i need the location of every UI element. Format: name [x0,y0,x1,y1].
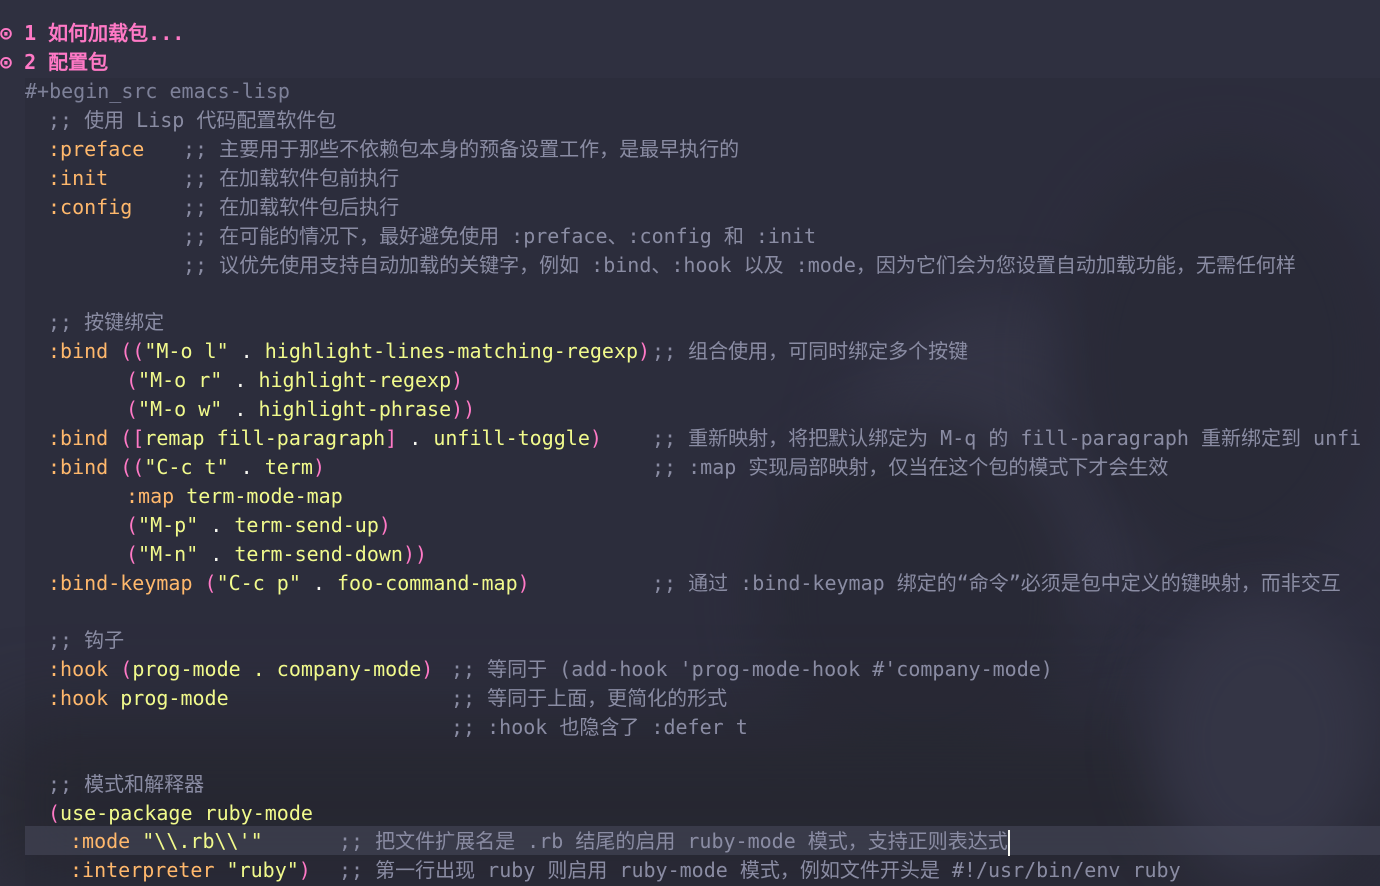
code-line: (use-package ruby-mode [48,801,313,825]
fold-bullet-icon[interactable]: ⊙ [0,21,12,45]
code-line: ("M-o w" . highlight-phrase)) [126,397,476,421]
keyword: :interpreter [70,858,215,882]
function-name: foo-command-map [337,571,518,595]
code-line: ;; 钩子 [0,626,1380,655]
function-name: term [264,455,313,479]
src-begin-marker: #+begin_src emacs-lisp [25,79,290,103]
keyword: :bind [48,426,109,450]
src-begin-line: #+begin_src emacs-lisp [0,77,1380,106]
comment: ;; 把文件扩展名是 .rb 结尾的启用 ruby-mode 模式，支持正则表达… [339,829,1008,853]
code-line: :bind ([remap fill-paragraph] . unfill-t… [0,424,1380,453]
comment: ;; :hook 也隐含了 :defer t [451,715,748,739]
string: "M-o r" [138,368,223,392]
comment: ;; :map 实现局部映射，仅当在这个包的模式下才会生效 [652,455,1169,479]
keyword: :bind [48,339,109,363]
comment: ;; 使用 Lisp 代码配置软件包 [48,108,337,132]
function-name: unfill-toggle [433,426,590,450]
org-heading-1[interactable]: ⊙ 1 如何加载包... [0,19,1380,48]
keyword: :config [48,195,133,219]
code-line: :bind (("C-c t" . term);; :map 实现局部映射，仅当… [0,453,1380,482]
comment: ;; 模式和解释器 [48,772,205,796]
code-line: :bind (("M-o l" . highlight-lines-matchi… [0,337,1380,366]
code-line: ("M-o r" . highlight-regexp) [126,368,464,392]
keyword: :hook [48,657,109,681]
comment: ;; 钩子 [48,628,125,652]
code-line: ;; 按键绑定 [0,308,1380,337]
keyword: :init [48,166,109,190]
code-line: :bind-keymap ("C-c p" . foo-command-map)… [0,569,1380,598]
string: "\\.rb\\'" [142,829,263,853]
string: "M-p" [138,513,199,537]
comment: ;; 议优先使用支持自动加载的关键字，例如 :bind、:hook 以及 :mo… [183,253,1296,277]
keyword: :map [126,484,175,508]
comment: ;; 等同于上面，更简化的形式 [451,686,728,710]
keyword: :mode [70,829,131,853]
comment: ;; 在可能的情况下，最好避免使用 :preface、:config 和 :in… [183,224,817,248]
comment: ;; 主要用于那些不依赖包本身的预备设置工作，是最早执行的 [183,137,740,161]
function-name: term-send-down [234,542,403,566]
string: "ruby" [226,858,299,882]
function-name: remap fill-paragraph [144,426,386,450]
code-line: ;; :hook 也隐含了 :defer t [0,713,1380,742]
code-line: ("M-p" . term-send-up) [126,513,391,537]
function-name: term-send-up [234,513,379,537]
string: "M-n" [138,542,199,566]
comment: ;; 组合使用，可同时绑定多个按键 [652,339,969,363]
comment: ;; 通过 :bind-keymap 绑定的“命令”必须是包中定义的键映射，而非… [652,571,1341,595]
emacs-org-buffer[interactable]: ⊙ 1 如何加载包... ⊙ 2 配置包 #+begin_src emacs-l… [0,0,1380,886]
string: "M-o l" [144,339,229,363]
fold-bullet-icon[interactable]: ⊙ [0,50,12,74]
code-line: ("M-n" . term-send-down)) [126,542,428,566]
comment: ;; 在加载软件包前执行 [183,166,400,190]
comment: ;; 重新映射，将把默认绑定为 M-q 的 fill-paragraph 重新绑… [652,426,1362,450]
string: "C-c p" [216,571,301,595]
keyword: :hook [48,686,109,710]
comment: ;; 在加载软件包后执行 [183,195,400,219]
org-heading-2[interactable]: ⊙ 2 配置包 [0,48,1380,77]
code-line: ;; 议优先使用支持自动加载的关键字，例如 :bind、:hook 以及 :mo… [0,251,1380,280]
string: "M-o w" [138,397,223,421]
function-name: prog-mode [120,686,229,710]
code-line: :interpreter "ruby");; 第一行出现 ruby 则启用 ru… [0,856,1380,885]
code-line: :hook prog-mode ;; 等同于上面，更简化的形式 [0,684,1380,713]
function-name: prog-mode . company-mode [132,657,422,681]
function-name: highlight-regexp [258,368,452,392]
code-line: :config ;; 在加载软件包后执行 [0,193,1380,222]
string: "C-c t" [144,455,229,479]
code-line: :preface ;; 主要用于那些不依赖包本身的预备设置工作，是最早执行的 [0,135,1380,164]
text-cursor [1007,829,1010,856]
comment: ;; 按键绑定 [48,310,165,334]
comment: ;; 第一行出现 ruby 则启用 ruby-mode 模式，例如文件开头是 #… [339,858,1181,882]
function-name: use-package ruby-mode [60,801,313,825]
code-line: ;; 使用 Lisp 代码配置软件包 [0,106,1380,135]
code-line: ;; 在可能的情况下，最好避免使用 :preface、:config 和 :in… [0,222,1380,251]
code-line-current[interactable]: :mode "\\.rb\\'" ;; 把文件扩展名是 .rb 结尾的启用 rub… [0,827,1380,856]
code-line: :map term-mode-map [0,482,1380,511]
code-line: ;; 模式和解释器 [0,770,1380,799]
function-name: highlight-phrase [258,397,452,421]
code-line: :init ;; 在加载软件包前执行 [0,164,1380,193]
keyword: :preface [48,137,145,161]
heading-text: 2 配置包 [24,50,109,74]
function-name: term-mode-map [186,484,343,508]
function-name: highlight-lines-matching-regexp [264,339,639,363]
comment: ;; 等同于 (add-hook 'prog-mode-hook #'compa… [451,657,1053,681]
code-line: :hook (prog-mode . company-mode);; 等同于 (… [0,655,1380,684]
keyword: :bind [48,455,109,479]
keyword: :bind-keymap [48,571,193,595]
heading-text: 1 如何加载包... [24,21,185,45]
